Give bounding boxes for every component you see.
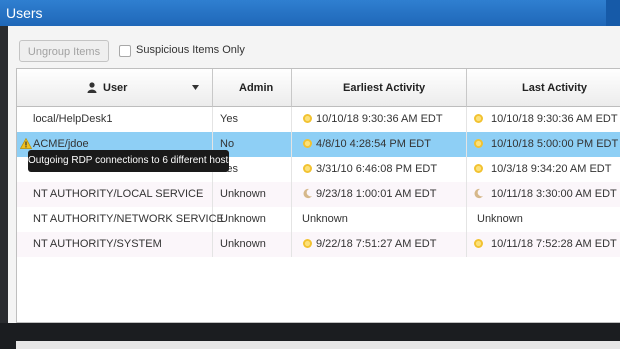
cell-earliest-text: 4/8/10 4:28:54 PM EDT xyxy=(316,138,431,150)
cell-user: NT AUTHORITY/NETWORK SERVICE xyxy=(17,207,224,232)
cell-user-text: NT AUTHORITY/LOCAL SERVICE xyxy=(33,188,204,200)
cell-earliest-text: 3/31/10 6:46:08 PM EDT xyxy=(316,163,438,175)
cell-admin: Unknown xyxy=(213,232,292,257)
cell-last-text: 10/11/18 7:52:28 AM EDT xyxy=(491,238,617,250)
cell-earliest-text: 9/22/18 7:51:27 AM EDT xyxy=(316,238,437,250)
sun-icon xyxy=(473,138,484,149)
cell-earliest-text: 9/23/18 1:00:01 AM EDT xyxy=(316,188,437,200)
cell-last: 10/11/18 7:52:28 AM EDT xyxy=(467,232,620,257)
sun-icon xyxy=(473,238,484,249)
cell-last: Unknown xyxy=(467,207,620,232)
user-icon xyxy=(87,82,97,93)
sun-icon xyxy=(302,138,313,149)
window-titlebar: Users xyxy=(0,0,620,26)
cell-earliest: Unknown xyxy=(292,207,467,232)
cell-admin-text: Yes xyxy=(220,113,238,125)
titlebar-corner xyxy=(606,0,620,26)
table-row[interactable]: NT AUTHORITY/NETWORK SERVICE Unknown Unkno… xyxy=(17,207,620,232)
toolbar: Ungroup Items Suspicious Items Only xyxy=(8,26,620,64)
sun-icon xyxy=(473,113,484,124)
cell-last: 10/11/18 3:30:00 AM EDT xyxy=(467,182,620,207)
cell-last: 10/3/18 9:34:20 AM EDT xyxy=(467,157,620,182)
cell-earliest: 10/10/18 9:30:36 AM EDT xyxy=(292,107,467,132)
cell-last: 10/10/18 5:00:00 PM EDT xyxy=(467,132,620,157)
left-edge xyxy=(0,26,8,323)
cell-earliest: 3/31/10 6:46:08 PM EDT xyxy=(292,157,467,182)
warning-icon xyxy=(19,137,33,149)
suspicious-only-label: Suspicious Items Only xyxy=(136,44,245,56)
cell-earliest: 9/22/18 7:51:27 AM EDT xyxy=(292,232,467,257)
cell-user-text: local/HelpDesk1 xyxy=(33,113,113,125)
column-header-user[interactable]: User xyxy=(17,69,213,107)
moon-icon xyxy=(302,188,313,199)
table-row[interactable]: NT AUTHORITY/LOCAL SERVICE Unknown 9/23/18… xyxy=(17,182,620,207)
ungroup-items-button[interactable]: Ungroup Items xyxy=(19,40,109,62)
cell-last-text: Unknown xyxy=(477,213,523,225)
column-header-earliest-label: Earliest Activity xyxy=(343,82,426,94)
cell-admin: Yes xyxy=(213,107,292,132)
cell-admin-text: No xyxy=(220,138,235,150)
cell-earliest: 4/8/10 4:28:54 PM EDT xyxy=(292,132,467,157)
cell-last-text: 10/10/18 5:00:00 PM EDT xyxy=(491,138,619,150)
row-tooltip: Outgoing RDP connections to 6 different … xyxy=(28,150,233,172)
moon-icon xyxy=(473,188,484,199)
table-row[interactable]: NT AUTHORITY/SYSTEM Unknown 9/22/18 7:51:2… xyxy=(17,232,620,257)
column-header-user-label: User xyxy=(103,82,128,94)
column-header-last[interactable]: Last Activity xyxy=(467,69,620,107)
window-title: Users xyxy=(6,5,43,21)
cell-last-text: 10/10/18 9:30:36 AM EDT xyxy=(491,113,618,125)
users-table: User Admin Earliest Activity Last Activi… xyxy=(16,68,620,323)
column-header-admin[interactable]: Admin xyxy=(213,69,292,107)
cell-user: local/HelpDesk1 xyxy=(17,107,213,132)
horizontal-scrollbar[interactable] xyxy=(16,341,620,349)
suspicious-only-checkbox[interactable] xyxy=(119,45,131,57)
cell-earliest: 9/23/18 1:00:01 AM EDT xyxy=(292,182,467,207)
cell-admin: Unknown xyxy=(213,182,292,207)
column-header-admin-label: Admin xyxy=(239,82,274,94)
sort-dropdown-icon[interactable] xyxy=(192,85,199,90)
cell-user: NT AUTHORITY/LOCAL SERVICE xyxy=(17,182,213,207)
cell-last: 10/10/18 9:30:36 AM EDT xyxy=(467,107,620,132)
cell-earliest-text: Unknown xyxy=(302,213,348,225)
cell-last-text: 10/3/18 9:34:20 AM EDT xyxy=(491,163,612,175)
column-header-last-label: Last Activity xyxy=(522,82,588,94)
table-row[interactable]: local/HelpDesk1 Yes 10/10/18 9:30:36 AM ED… xyxy=(17,107,620,132)
cell-user: NT AUTHORITY/SYSTEM xyxy=(17,232,213,257)
sun-icon xyxy=(302,163,313,174)
cell-admin-text: Unknown xyxy=(220,188,266,200)
sun-icon xyxy=(302,238,313,249)
cell-admin-text: Unknown xyxy=(220,213,266,225)
cell-user-text: NT AUTHORITY/NETWORK SERVICE xyxy=(33,213,224,225)
cell-user-text: NT AUTHORITY/SYSTEM xyxy=(33,238,162,250)
cell-last-text: 10/11/18 3:30:00 AM EDT xyxy=(491,188,617,200)
column-header-earliest[interactable]: Earliest Activity xyxy=(292,69,467,107)
sun-icon xyxy=(473,163,484,174)
cell-admin-text: Unknown xyxy=(220,238,266,250)
cell-user-text: ACME/jdoe xyxy=(33,138,89,150)
cell-earliest-text: 10/10/18 9:30:36 AM EDT xyxy=(316,113,443,125)
users-panel: Ungroup Items Suspicious Items Only User… xyxy=(8,26,620,349)
cell-admin: Unknown xyxy=(213,207,292,232)
sun-icon xyxy=(302,113,313,124)
